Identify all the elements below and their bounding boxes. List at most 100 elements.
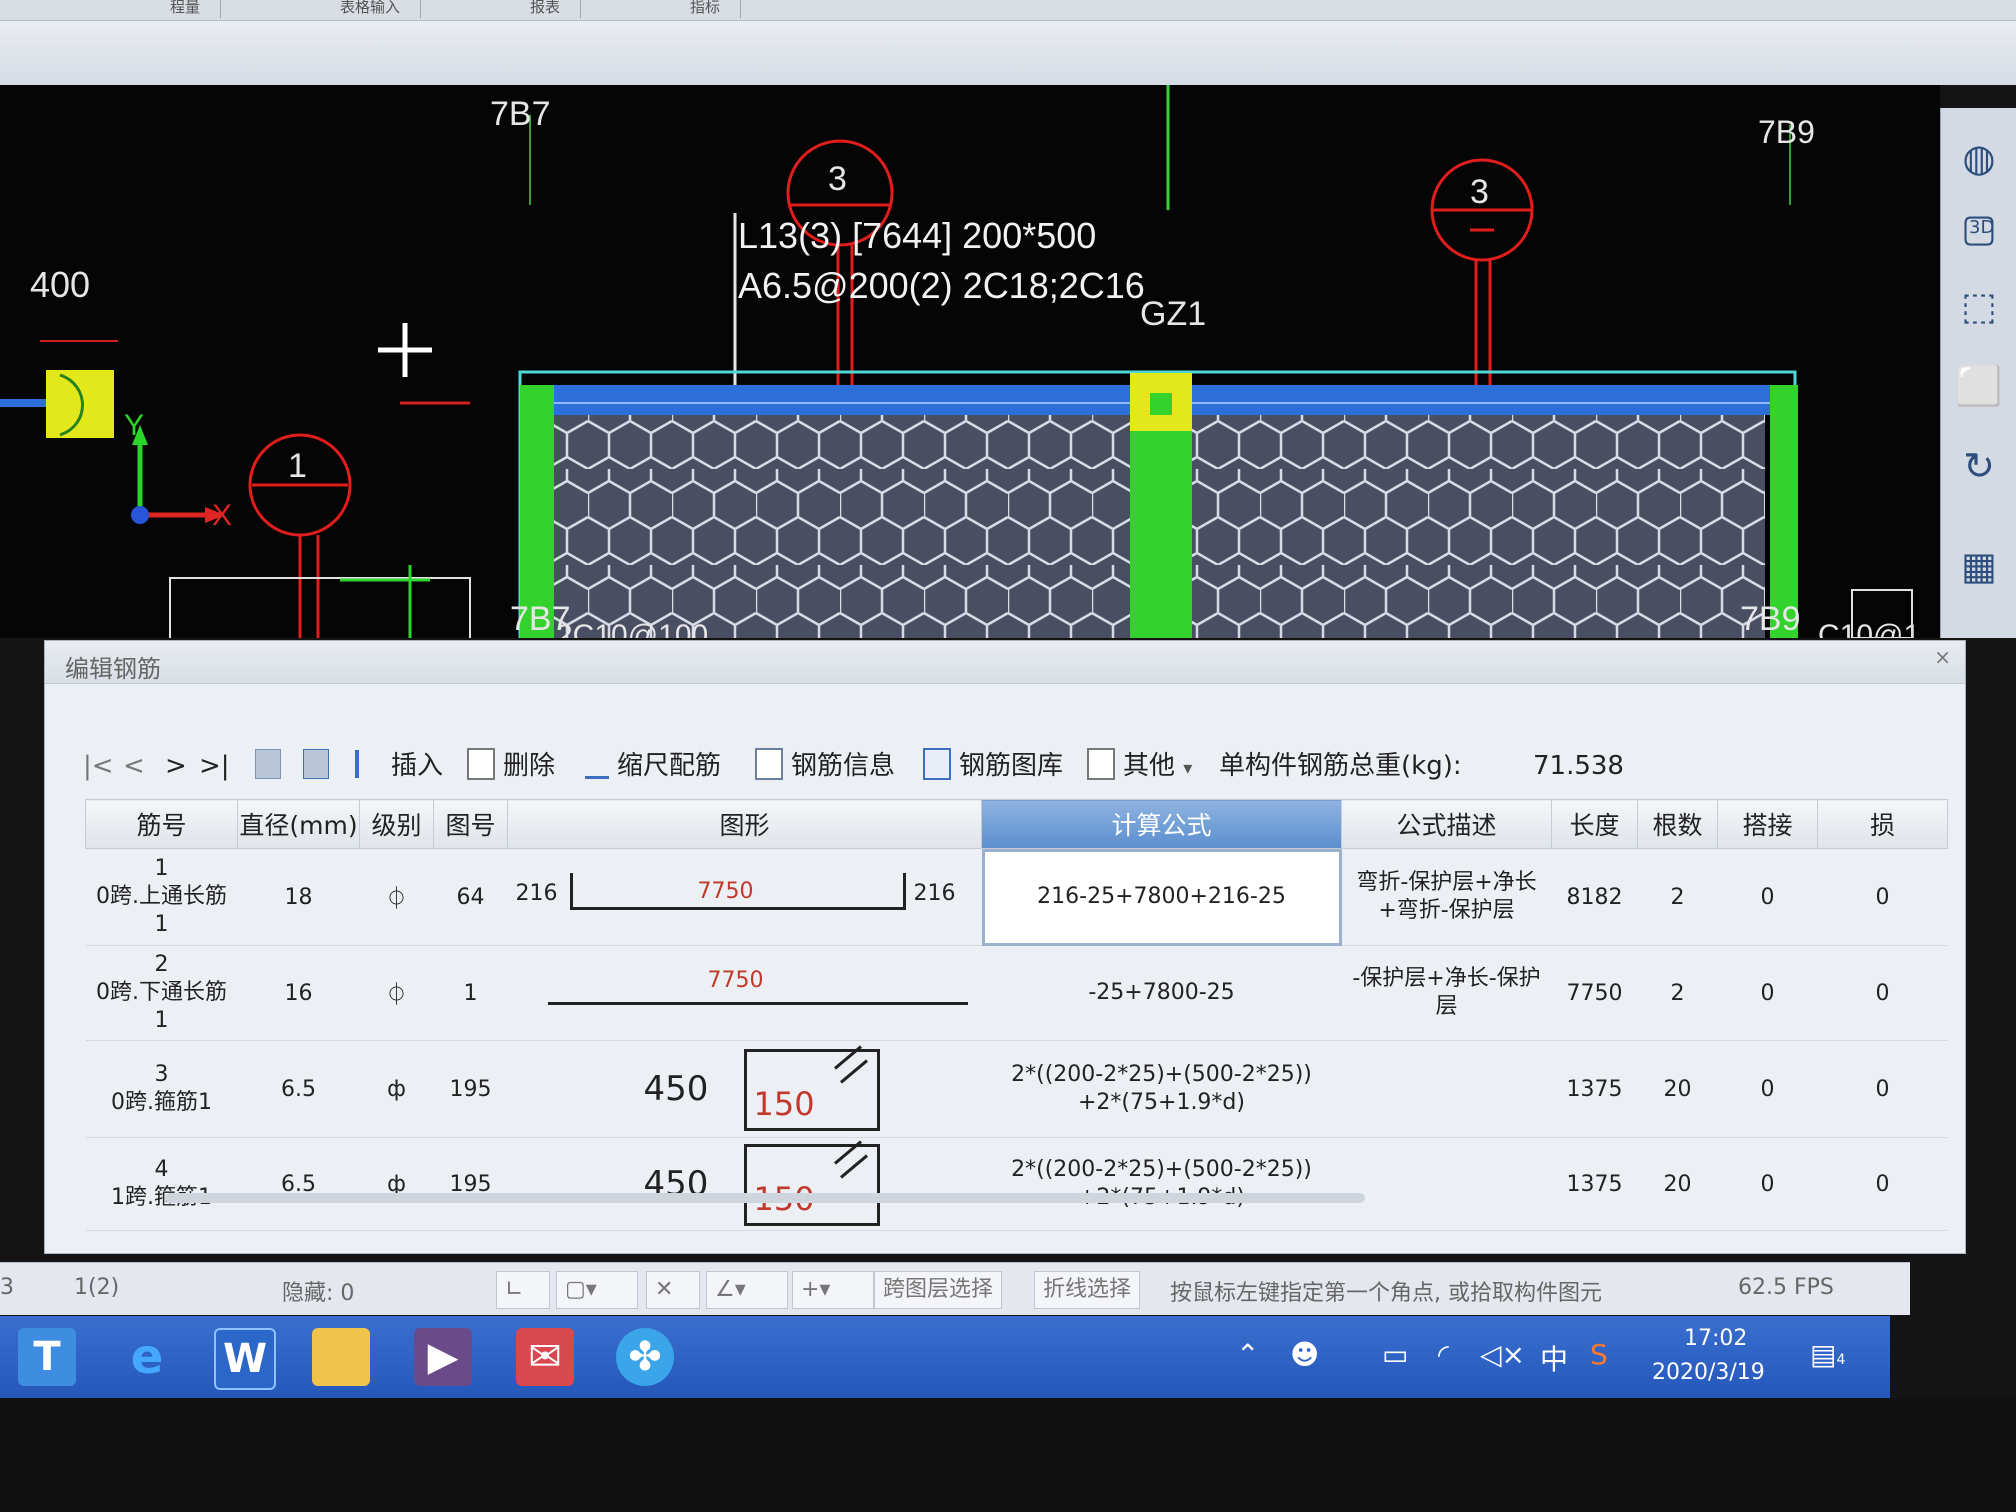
bar-count[interactable]: 20 [1637,1137,1718,1231]
column-header-lap[interactable]: 搭接 [1717,799,1818,849]
tray-user-icon[interactable]: ☻ [1290,1338,1319,1371]
word-icon[interactable]: W [214,1328,276,1390]
bar-count[interactable]: 2 [1637,945,1718,1041]
volume-mute-icon[interactable]: ◁× [1480,1338,1525,1371]
bar-shape[interactable]: 450 150 [507,1137,982,1231]
horizontal-scrollbar[interactable] [165,1193,1365,1203]
other-menu-button[interactable]: 其他 ▾ [1087,741,1192,791]
formula-description[interactable] [1341,1040,1552,1138]
globe-icon[interactable]: ◍ [1951,130,2007,186]
view-3d-icon[interactable]: 3D ▢ [1951,200,2007,256]
column-header-length[interactable]: 长度 [1551,799,1638,849]
bar-grade[interactable]: ⏀ [359,945,434,1041]
formula-cell[interactable]: 2*((200-2*25)+(500-2*25)) +2*(75+1.9*d) [981,1040,1342,1138]
clock-time[interactable]: 17:02 [1684,1326,1747,1351]
offset-icon[interactable]: +▾ [792,1271,874,1309]
bar-diameter[interactable]: 18 [237,848,360,946]
bar-loss[interactable]: 0 [1817,848,1948,946]
bar-shape[interactable]: 7750 [507,945,982,1041]
bar-lap[interactable]: 0 [1717,945,1818,1041]
angle-snap-icon[interactable]: ∠▾ [706,1271,788,1309]
column-header-bar-no[interactable]: 筋号 [85,799,238,849]
rebar-info-button[interactable]: 钢筋信息 [755,741,895,791]
polyline-select-button[interactable]: 折线选择 [1034,1271,1141,1309]
column-header-formula[interactable]: 计算公式 [981,799,1342,849]
formula-cell[interactable]: 2*((200-2*25)+(500-2*25)) +2*(75+1.9*d) [981,1137,1342,1231]
media-player-icon[interactable]: ▶ [414,1328,472,1386]
wifi-icon[interactable]: ◜ [1438,1338,1449,1371]
formula-cell[interactable]: 216-25+7800+216-25 [981,848,1342,946]
bar-figure-no[interactable]: 64 [433,848,508,946]
table-row[interactable]: 1 0跨.上通长筋1 18 ⏀ 64 216 7750 216 216-25+78… [85,848,1948,946]
column-header-diameter[interactable]: 直径(mm) [237,799,360,849]
ortho-icon[interactable]: ∟ [496,1271,550,1309]
grid-icon[interactable]: ▦ [1951,538,2007,594]
box-icon[interactable]: ⬜ [1951,358,2007,414]
bar-grade[interactable]: ⏀ [359,848,434,946]
bar-shape[interactable]: 216 7750 216 [507,848,982,946]
bar-length[interactable]: 1375 [1551,1040,1638,1138]
formula-description[interactable] [1341,1137,1552,1231]
bar-lap[interactable]: 0 [1717,848,1818,946]
cube-icon[interactable]: ⬚ [1951,278,2007,334]
edge-icon[interactable]: e [118,1328,176,1386]
tab-report[interactable]: 报表 [510,0,582,18]
nav-next-button[interactable]: > [165,741,187,791]
bar-loss[interactable]: 0 [1817,1137,1948,1231]
bar-length[interactable]: 1375 [1551,1137,1638,1231]
ime-indicator[interactable]: 中 [1540,1338,1568,1378]
cad-viewport[interactable]: 7B7 7B9 400 Y X 1 3 3 L13(3) [7644] 200*… [0,85,1940,638]
cross-layer-select-button[interactable]: 跨图层选择 [874,1271,1003,1309]
bar-lap[interactable]: 0 [1717,1137,1818,1231]
delete-button[interactable]: 删除 [467,741,555,791]
app-blue-icon[interactable]: ✤ [616,1328,674,1386]
nav-first-button[interactable]: |< [83,741,114,791]
rebar-library-button[interactable]: 钢筋图库 [923,741,1063,791]
table-row[interactable]: 2 0跨.下通长筋1 16 ⏀ 1 7750 -25+7800-25 -保护层+净… [85,945,1948,1041]
bar-grade[interactable]: ф [359,1137,434,1231]
bar-length[interactable]: 8182 [1551,848,1638,946]
scale-rebar-button[interactable]: 缩尺配筋 [585,741,721,791]
notification-icon[interactable]: ▤4 [1810,1338,1845,1371]
tray-chevron-up-icon[interactable]: ⌃ [1236,1338,1259,1371]
bar-figure-no[interactable]: 1 [433,945,508,1041]
nav-last-button[interactable]: >| [199,741,230,791]
move-down-button[interactable] [303,741,337,791]
bar-diameter[interactable]: 6.5 [237,1040,360,1138]
nav-prev-button[interactable]: < [123,741,145,791]
bar-loss[interactable]: 0 [1817,1040,1948,1138]
bar-shape[interactable]: 450 150 [507,1040,982,1138]
formula-cell[interactable]: -25+7800-25 [981,945,1342,1041]
bar-loss[interactable]: 0 [1817,945,1948,1041]
taskbar-app-t[interactable]: T [18,1328,76,1386]
formula-description[interactable]: -保护层+净长-保护层 [1341,945,1552,1041]
folder-icon[interactable] [312,1328,370,1386]
bar-lap[interactable]: 0 [1717,1040,1818,1138]
bar-length[interactable]: 7750 [1551,945,1638,1041]
bar-diameter[interactable]: 6.5 [237,1137,360,1231]
move-up-button[interactable] [255,741,289,791]
bar-count[interactable]: 20 [1637,1040,1718,1138]
bar-grade[interactable]: ф [359,1040,434,1138]
table-row[interactable]: 30跨.箍筋1 6.5 ф 195 450 150 2*((200-2*25)+… [85,1040,1948,1138]
column-header-count[interactable]: 根数 [1637,799,1718,849]
column-header-description[interactable]: 公式描述 [1341,799,1552,849]
column-header-grade[interactable]: 级别 [359,799,434,849]
insert-button[interactable]: 插入 [355,741,443,791]
tab-index[interactable]: 指标 [670,0,742,18]
column-header-figure-no[interactable]: 图号 [433,799,508,849]
battery-icon[interactable]: ▭ [1382,1338,1408,1371]
rotate-icon[interactable]: ↻ [1951,438,2007,494]
column-header-loss[interactable]: 损 [1817,799,1948,849]
formula-description[interactable]: 弯折-保护层+净长+弯折-保护层 [1341,848,1552,946]
bar-figure-no[interactable]: 195 [433,1040,508,1138]
sogou-icon[interactable]: S [1590,1338,1608,1371]
column-header-shape[interactable]: 图形 [507,799,982,849]
tab-quantity[interactable]: 程量 [150,0,222,18]
polar-icon[interactable]: ✕ [646,1271,700,1309]
app-red-icon[interactable]: ✉ [516,1328,574,1386]
bar-diameter[interactable]: 16 [237,945,360,1041]
tab-table-input[interactable]: 表格输入 [320,0,422,18]
table-row[interactable]: 41跨.箍筋1 6.5 ф 195 450 150 2*((200- [85,1137,1948,1231]
close-icon[interactable]: × [1934,645,1951,669]
